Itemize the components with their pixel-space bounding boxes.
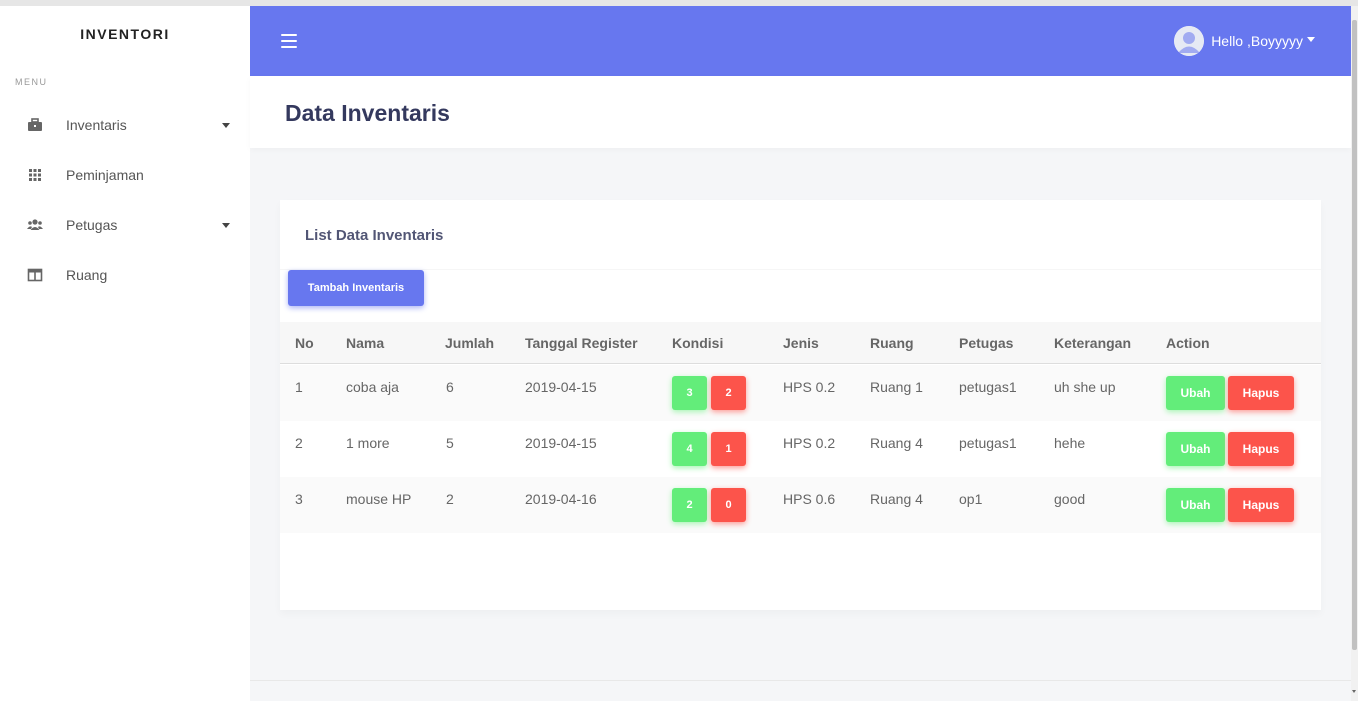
column-header-jumlah[interactable]: Jumlah: [445, 335, 494, 351]
column-header-nama[interactable]: Nama: [346, 335, 384, 351]
columns-icon: [27, 268, 43, 282]
cell-no: 1: [295, 379, 303, 395]
sidebar-item-label: Peminjaman: [66, 167, 144, 183]
table-row: 2 1 more 5 2019-04-15 4 1 HPS 0.2 Ruang …: [280, 421, 1321, 477]
cell-jenis: HPS 0.2: [783, 379, 836, 395]
briefcase-icon: [28, 118, 42, 131]
hamburger-icon[interactable]: [281, 34, 297, 48]
cell-nama: 1 more: [346, 435, 390, 451]
grid-icon: [29, 169, 41, 181]
cell-petugas: petugas1: [959, 435, 1017, 451]
column-header-kondisi[interactable]: Kondisi: [672, 335, 723, 351]
delete-button[interactable]: Hapus: [1228, 488, 1294, 522]
cell-nama: mouse HP: [346, 491, 412, 507]
page-scrollbar[interactable]: [1351, 6, 1358, 701]
users-icon: [27, 219, 43, 230]
cell-petugas: op1: [959, 491, 983, 507]
sidebar-item-label: Inventaris: [66, 117, 127, 133]
delete-button[interactable]: Hapus: [1228, 432, 1294, 466]
cell-keterangan: uh she up: [1054, 379, 1116, 395]
column-header-tanggal[interactable]: Tanggal Register: [525, 335, 638, 351]
user-dropdown[interactable]: Hello ,Boyyyyy: [1174, 26, 1315, 56]
sidebar-item-label: Petugas: [66, 217, 118, 233]
chevron-down-icon: [222, 123, 230, 128]
cell-tanggal: 2019-04-15: [525, 379, 597, 395]
brand-logo[interactable]: INVENTORI: [0, 26, 250, 42]
column-header-no[interactable]: No: [295, 335, 314, 351]
cell-keterangan: good: [1054, 491, 1086, 507]
sidebar-item-ruang[interactable]: Ruang: [0, 254, 250, 298]
table-row: 1 coba aja 6 2019-04-15 3 2 HPS 0.2 Ruan…: [280, 365, 1321, 421]
section-header: Data Inventaris: [250, 76, 1351, 148]
cell-tanggal: 2019-04-16: [525, 491, 597, 507]
cell-keterangan: hehe: [1054, 435, 1086, 451]
cell-ruang: Ruang 4: [870, 435, 923, 451]
footer-divider: [250, 680, 1351, 681]
avatar: [1174, 26, 1205, 56]
add-inventory-button[interactable]: Tambah Inventaris: [288, 270, 424, 306]
edit-button[interactable]: Ubah: [1166, 432, 1225, 466]
kondisi-rusak-badge: 0: [711, 488, 746, 522]
cell-nama: coba aja: [346, 379, 399, 395]
inventory-card: List Data Inventaris Tambah Inventaris N…: [280, 200, 1321, 610]
edit-button[interactable]: Ubah: [1166, 488, 1225, 522]
cell-no: 3: [295, 491, 303, 507]
sidebar-item-petugas[interactable]: Petugas: [0, 204, 250, 248]
cell-jenis: HPS 0.2: [783, 435, 836, 451]
sidebar-item-label: Ruang: [66, 267, 108, 283]
scrollbar-thumb[interactable]: [1352, 20, 1357, 650]
cell-jumlah: 5: [446, 435, 454, 451]
page-title: Data Inventaris: [285, 100, 450, 126]
scroll-down-icon[interactable]: [1352, 690, 1356, 693]
delete-button[interactable]: Hapus: [1228, 376, 1294, 410]
cell-no: 2: [295, 435, 303, 451]
chevron-down-icon: [222, 223, 230, 228]
kondisi-rusak-badge: 2: [711, 376, 746, 410]
column-header-jenis[interactable]: Jenis: [783, 335, 819, 351]
kondisi-baik-badge: 2: [672, 488, 707, 522]
cell-ruang: Ruang 4: [870, 491, 923, 507]
card-title: List Data Inventaris: [305, 227, 444, 244]
divider: [280, 269, 1321, 270]
cell-jumlah: 6: [446, 379, 454, 395]
column-header-keterangan[interactable]: Keterangan: [1054, 335, 1131, 351]
kondisi-baik-badge: 4: [672, 432, 707, 466]
column-header-action: Action: [1166, 335, 1210, 351]
user-avatar-icon: [1174, 26, 1205, 56]
cell-ruang: Ruang 1: [870, 379, 923, 395]
menu-section-label: MENU: [15, 77, 48, 87]
cell-petugas: petugas1: [959, 379, 1017, 395]
chevron-down-icon: [1307, 36, 1315, 42]
user-greeting: Hello ,Boyyyyy: [1211, 33, 1303, 49]
kondisi-baik-badge: 3: [672, 376, 707, 410]
table-header: No Nama Jumlah Tanggal Register Kondisi …: [280, 322, 1321, 364]
column-header-ruang[interactable]: Ruang: [870, 335, 914, 351]
sidebar: INVENTORI MENU Inventaris Peminjaman Pet…: [0, 6, 250, 701]
kondisi-rusak-badge: 1: [711, 432, 746, 466]
table-row: 3 mouse HP 2 2019-04-16 2 0 HPS 0.6 Ruan…: [280, 477, 1321, 533]
cell-jenis: HPS 0.6: [783, 491, 836, 507]
cell-tanggal: 2019-04-15: [525, 435, 597, 451]
column-header-petugas[interactable]: Petugas: [959, 335, 1013, 351]
edit-button[interactable]: Ubah: [1166, 376, 1225, 410]
cell-jumlah: 2: [446, 491, 454, 507]
sidebar-item-peminjaman[interactable]: Peminjaman: [0, 154, 250, 198]
sidebar-item-inventaris[interactable]: Inventaris: [0, 104, 250, 148]
top-navbar: Hello ,Boyyyyy: [250, 6, 1351, 76]
